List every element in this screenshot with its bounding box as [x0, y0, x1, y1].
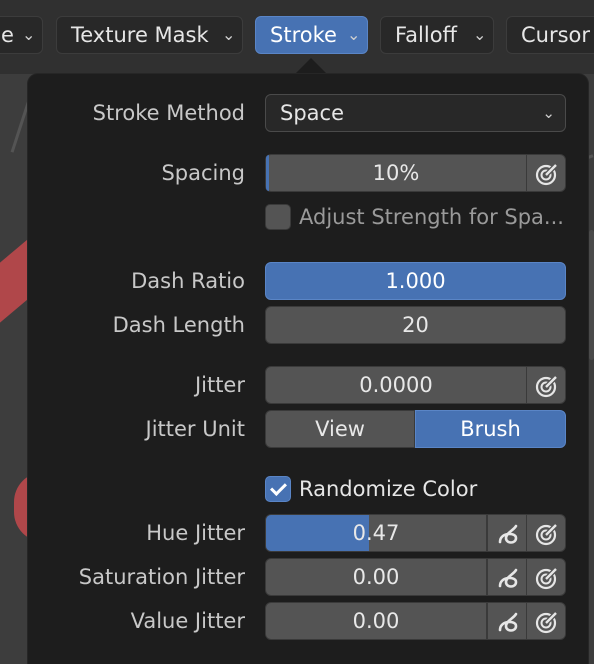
dash-length-label: Dash Length — [112, 313, 245, 337]
chevron-down-icon: ⌄ — [222, 25, 236, 44]
jitter-unit-view[interactable]: View — [265, 410, 415, 448]
hue-jitter-random-button[interactable] — [487, 514, 527, 552]
stroke-method-dropdown[interactable]: Space ⌄ — [265, 94, 566, 132]
object-shape — [0, 237, 30, 323]
tab-stroke[interactable]: Stroke ⌄ — [255, 16, 368, 54]
tab-previous[interactable]: e ⌄ — [0, 16, 43, 54]
stroke-method-value: Space — [280, 101, 344, 125]
hue-jitter-pressure-button[interactable] — [526, 514, 566, 552]
jitter-unit-view-label: View — [315, 417, 365, 441]
spacing-slider[interactable]: 10% — [265, 154, 527, 192]
adjust-strength-checkbox[interactable] — [265, 204, 291, 230]
jitter-field[interactable]: 0.0000 — [265, 366, 527, 404]
stroke-method-label: Stroke Method — [92, 101, 245, 125]
chevron-down-icon: ⌄ — [542, 104, 555, 122]
jitter-unit-label: Jitter Unit — [145, 417, 245, 441]
tab-falloff[interactable]: Falloff ⌄ — [380, 16, 494, 54]
spacing-value: 10% — [372, 161, 420, 185]
spacing-pressure-button[interactable] — [526, 154, 566, 192]
saturation-jitter-value: 0.00 — [352, 565, 400, 589]
hue-jitter-slider[interactable]: 0.47 — [265, 514, 487, 552]
value-jitter-random-button[interactable] — [487, 602, 527, 640]
spacing-fill — [266, 155, 269, 191]
dash-length-value: 20 — [402, 313, 429, 337]
jitter-value: 0.0000 — [359, 373, 433, 397]
pen-pressure-icon — [535, 610, 559, 634]
spacing-label: Spacing — [161, 161, 245, 185]
tab-label: Cursor — [521, 23, 591, 47]
value-jitter-slider[interactable]: 0.00 — [265, 602, 487, 640]
jitter-label: Jitter — [194, 373, 245, 397]
saturation-jitter-pressure-button[interactable] — [526, 558, 566, 596]
saturation-jitter-random-button[interactable] — [487, 558, 527, 596]
tab-label: e — [1, 23, 14, 47]
scrollbar[interactable] — [589, 230, 594, 360]
dash-length-field[interactable]: 20 — [265, 306, 566, 344]
chevron-down-icon: ⌄ — [473, 25, 487, 44]
jitter-unit-toggle: View Brush — [265, 410, 566, 448]
saturation-jitter-slider[interactable]: 0.00 — [265, 558, 487, 596]
tab-texture-mask[interactable]: Texture Mask ⌄ — [56, 16, 243, 54]
tab-cursor[interactable]: Cursor — [506, 16, 594, 54]
chevron-down-icon: ⌄ — [22, 25, 36, 44]
pen-pressure-icon — [535, 566, 559, 590]
tab-label: Texture Mask — [71, 23, 209, 47]
hue-jitter-value: 0.47 — [352, 521, 400, 545]
chevron-down-icon: ⌄ — [347, 25, 361, 44]
randomize-color-checkbox[interactable] — [265, 476, 291, 502]
dash-ratio-value: 1.000 — [385, 269, 446, 293]
popover-arrow — [294, 58, 328, 75]
random-icon — [498, 524, 518, 544]
jitter-unit-brush[interactable]: Brush — [415, 410, 566, 448]
dash-ratio-slider[interactable]: 1.000 — [265, 262, 566, 300]
random-icon — [498, 568, 518, 588]
adjust-strength-label: Adjust Strength for Spa... — [299, 205, 564, 229]
saturation-jitter-label: Saturation Jitter — [78, 565, 245, 589]
jitter-pressure-button[interactable] — [526, 366, 566, 404]
tab-label: Stroke — [270, 23, 337, 47]
randomize-color-label: Randomize Color — [299, 477, 478, 501]
value-jitter-label: Value Jitter — [130, 609, 245, 633]
dash-ratio-label: Dash Ratio — [131, 269, 245, 293]
hue-jitter-label: Hue Jitter — [146, 521, 245, 545]
pen-pressure-icon — [535, 374, 559, 398]
value-jitter-pressure-button[interactable] — [526, 602, 566, 640]
tab-label: Falloff — [395, 23, 458, 47]
jitter-unit-brush-label: Brush — [460, 417, 521, 441]
random-icon — [498, 612, 518, 632]
value-jitter-value: 0.00 — [352, 609, 400, 633]
pen-pressure-icon — [535, 162, 559, 186]
pen-pressure-icon — [535, 522, 559, 546]
